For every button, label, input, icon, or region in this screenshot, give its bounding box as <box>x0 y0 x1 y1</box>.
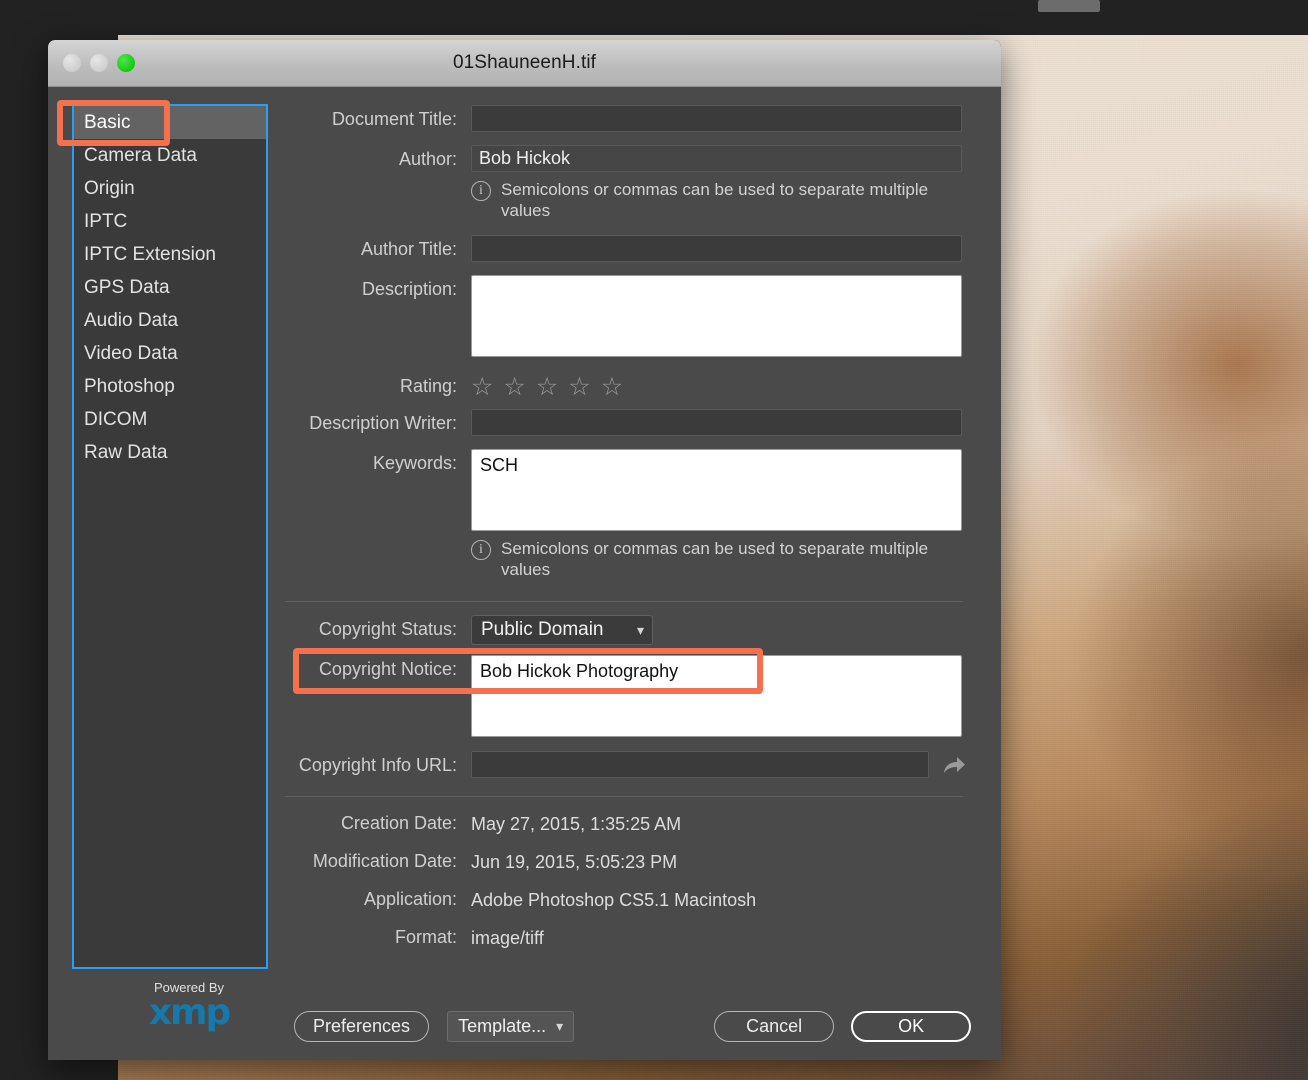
copyright-status-row: Copyright Status: Public Domain ▾ <box>271 615 971 645</box>
info-icon: i <box>471 181 491 201</box>
application-value: Adobe Photoshop CS5.1 Macintosh <box>471 890 757 910</box>
author-hint: i Semicolons or commas can be used to se… <box>471 179 971 221</box>
modification-date-label: Modification Date: <box>312 851 457 871</box>
sidebar-item-video-data[interactable]: Video Data <box>74 337 266 370</box>
sidebar-item-label: Raw Data <box>84 442 168 463</box>
copyright-notice-row: Copyright Notice: Bob Hickok Photography <box>271 655 971 737</box>
description-writer-row: Description Writer: <box>271 409 971 437</box>
window-titlebar[interactable]: 01ShauneenH.tif <box>48 40 1001 87</box>
keywords-textarea[interactable]: SCH <box>471 449 962 531</box>
chevron-down-icon: ▾ <box>636 621 644 638</box>
copyright-notice-label: Copyright Notice: <box>318 659 457 679</box>
creation-date-row: Creation Date: May 27, 2015, 1:35:25 AM <box>271 809 971 839</box>
application-label: Application: <box>363 889 457 909</box>
modification-date-value: Jun 19, 2015, 5:05:23 PM <box>471 852 678 872</box>
copyright-info-url-row: Copyright Info URL: <box>271 751 971 779</box>
sidebar-item-label: GPS Data <box>84 277 170 298</box>
star-icon-3[interactable]: ☆ <box>536 375 558 400</box>
file-info-dialog: 01ShauneenH.tif Basic Camera Data Origin… <box>48 40 1001 1060</box>
preferences-button[interactable]: Preferences <box>294 1011 430 1042</box>
description-textarea[interactable] <box>471 275 962 357</box>
minimize-button-icon[interactable] <box>90 54 108 72</box>
format-label: Format: <box>394 927 457 947</box>
copyright-info-url-label: Copyright Info URL: <box>298 755 457 775</box>
ok-button[interactable]: OK <box>851 1011 972 1042</box>
sidebar-item-label: Audio Data <box>84 310 179 331</box>
rating-label: Rating: <box>399 376 457 396</box>
copyright-info-url-input[interactable] <box>471 751 929 778</box>
sidebar-item-audio-data[interactable]: Audio Data <box>74 304 266 337</box>
document-title-row: Document Title: <box>271 105 971 133</box>
star-icon-4[interactable]: ☆ <box>568 375 590 400</box>
menubar-chip <box>1038 0 1100 12</box>
keywords-row: Keywords: SCH i Semicolons or commas can… <box>271 449 971 580</box>
sidebar-item-label: Photoshop <box>84 376 175 397</box>
description-row: Description: <box>271 275 971 357</box>
keywords-hint-text: Semicolons or commas can be used to sepa… <box>501 539 929 579</box>
format-value: image/tiff <box>471 928 544 948</box>
sidebar-item-dicom[interactable]: DICOM <box>74 403 266 436</box>
section-divider-metadata <box>285 796 963 797</box>
sidebar-item-iptc-extension[interactable]: IPTC Extension <box>74 238 266 271</box>
chevron-down-icon: ▾ <box>556 1018 564 1034</box>
author-hint-text: Semicolons or commas can be used to sepa… <box>501 180 929 220</box>
sidebar-item-label: DICOM <box>84 409 148 430</box>
modification-date-row: Modification Date: Jun 19, 2015, 5:05:23… <box>271 847 971 877</box>
sidebar-item-label: Camera Data <box>84 145 197 166</box>
sidebar-item-basic[interactable]: Basic <box>74 106 266 139</box>
author-row: Author: Bob Hickok i Semicolons or comma… <box>271 145 971 221</box>
info-icon: i <box>471 540 491 560</box>
sidebar-item-iptc[interactable]: IPTC <box>74 205 266 238</box>
copyright-status-label: Copyright Status: <box>318 619 457 639</box>
author-title-input[interactable] <box>471 235 962 262</box>
description-label: Description: <box>361 279 457 299</box>
window-controls[interactable] <box>63 54 135 72</box>
description-writer-input[interactable] <box>471 409 962 436</box>
author-input[interactable]: Bob Hickok <box>471 145 962 172</box>
dialog-body: Basic Camera Data Origin IPTC IPTC Exten… <box>48 87 1001 1060</box>
basic-metadata-panel: Document Title: Author: Bob Hickok i Sem… <box>271 87 1001 1060</box>
author-title-label: Author Title: <box>360 239 457 259</box>
star-icon-1[interactable]: ☆ <box>471 375 493 400</box>
close-button-icon[interactable] <box>63 54 81 72</box>
sidebar-container: Basic Camera Data Origin IPTC IPTC Exten… <box>48 87 271 1060</box>
sidebar-item-raw-data[interactable]: Raw Data <box>74 436 266 469</box>
copyright-notice-textarea[interactable]: Bob Hickok Photography <box>471 655 962 737</box>
cancel-button[interactable]: Cancel <box>714 1011 835 1042</box>
copyright-status-value: Public Domain <box>481 619 604 640</box>
keywords-label: Keywords: <box>372 453 457 473</box>
sidebar-item-origin[interactable]: Origin <box>74 172 266 205</box>
sidebar-item-gps-data[interactable]: GPS Data <box>74 271 266 304</box>
metadata-category-list[interactable]: Basic Camera Data Origin IPTC IPTC Exten… <box>72 104 268 969</box>
author-title-row: Author Title: <box>271 235 971 263</box>
go-to-url-arrow-icon[interactable] <box>941 752 967 778</box>
author-label: Author: <box>398 149 457 169</box>
document-title-input[interactable] <box>471 105 962 132</box>
creation-date-value: May 27, 2015, 1:35:25 AM <box>471 814 682 834</box>
section-divider-copyright <box>285 601 963 602</box>
sidebar-item-label: Origin <box>84 178 135 199</box>
window-title: 01ShauneenH.tif <box>452 52 597 73</box>
star-icon-2[interactable]: ☆ <box>503 375 525 400</box>
sidebar-item-photoshop[interactable]: Photoshop <box>74 370 266 403</box>
document-title-label: Document Title: <box>331 109 457 129</box>
creation-date-label: Creation Date: <box>340 813 457 833</box>
rating-stars[interactable]: ☆ ☆ ☆ ☆ ☆ <box>471 372 971 400</box>
sidebar-item-label: Video Data <box>84 343 178 364</box>
sidebar-item-label: IPTC <box>84 211 128 232</box>
dialog-footer: Preferences Template... ▾ Cancel OK <box>48 1011 1001 1042</box>
template-label: Template... <box>458 1016 547 1036</box>
template-dropdown-button[interactable]: Template... ▾ <box>447 1011 575 1042</box>
keywords-hint: i Semicolons or commas can be used to se… <box>471 538 971 580</box>
zoom-button-icon[interactable] <box>117 54 135 72</box>
sidebar-item-camera-data[interactable]: Camera Data <box>74 139 266 172</box>
format-row: Format: image/tiff <box>271 923 971 953</box>
star-icon-5[interactable]: ☆ <box>601 375 623 400</box>
application-row: Application: Adobe Photoshop CS5.1 Macin… <box>271 885 971 915</box>
sidebar-item-label: Basic <box>84 112 131 133</box>
sidebar-item-label: IPTC Extension <box>84 244 216 265</box>
rating-row: Rating: ☆ ☆ ☆ ☆ ☆ <box>271 372 971 400</box>
description-writer-label: Description Writer: <box>309 413 457 433</box>
copyright-status-select[interactable]: Public Domain ▾ <box>471 615 653 645</box>
